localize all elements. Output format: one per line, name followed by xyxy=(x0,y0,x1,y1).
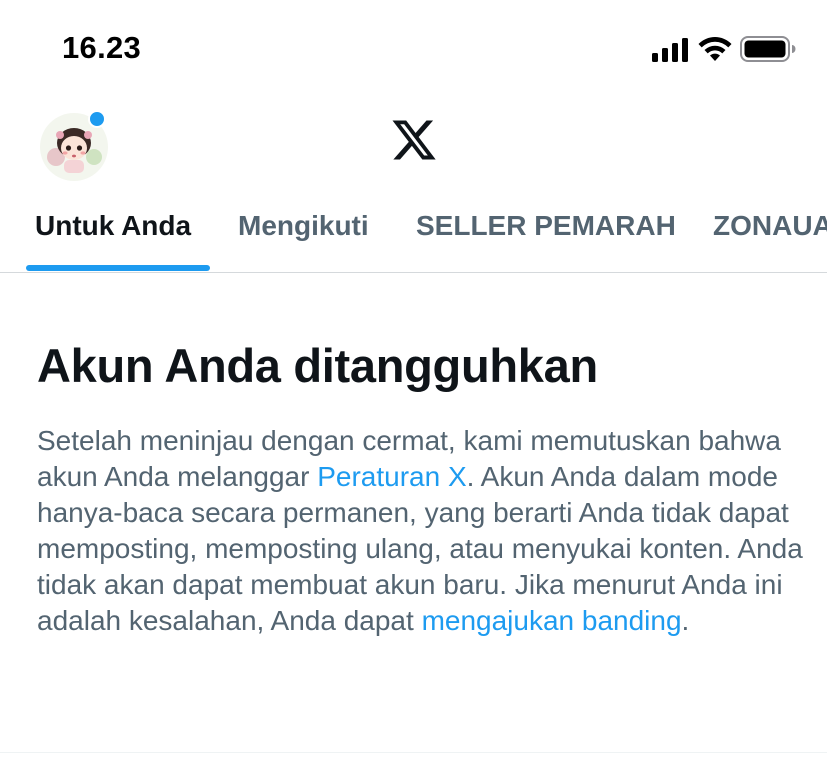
divider xyxy=(0,752,827,753)
tab-seller-pemarah[interactable]: SELLER PEMARAH xyxy=(416,210,676,242)
tab-zonauang[interactable]: ZONAUANG xyxy=(713,210,827,242)
timeline-tabs: Untuk Anda Mengikuti SELLER PEMARAH ZONA… xyxy=(0,196,827,273)
battery-icon xyxy=(740,36,796,62)
signal-icon xyxy=(652,38,688,62)
message-text-3: . xyxy=(681,605,690,636)
notification-dot xyxy=(88,110,106,128)
active-tab-indicator xyxy=(26,265,210,271)
tab-untuk-anda[interactable]: Untuk Anda xyxy=(35,210,191,242)
rules-link[interactable]: Peraturan X xyxy=(317,461,466,492)
tab-mengikuti[interactable]: Mengikuti xyxy=(238,210,369,242)
suspension-message: Setelah meninjau dengan cermat, kami mem… xyxy=(37,423,807,639)
status-time: 16.23 xyxy=(62,30,142,65)
suspension-title: Akun Anda ditangguhkan xyxy=(37,339,598,392)
appeal-link[interactable]: mengajukan banding xyxy=(422,605,682,636)
wifi-icon xyxy=(698,37,732,61)
status-bar: 16.23 xyxy=(0,0,827,100)
x-logo-icon[interactable] xyxy=(390,116,438,164)
